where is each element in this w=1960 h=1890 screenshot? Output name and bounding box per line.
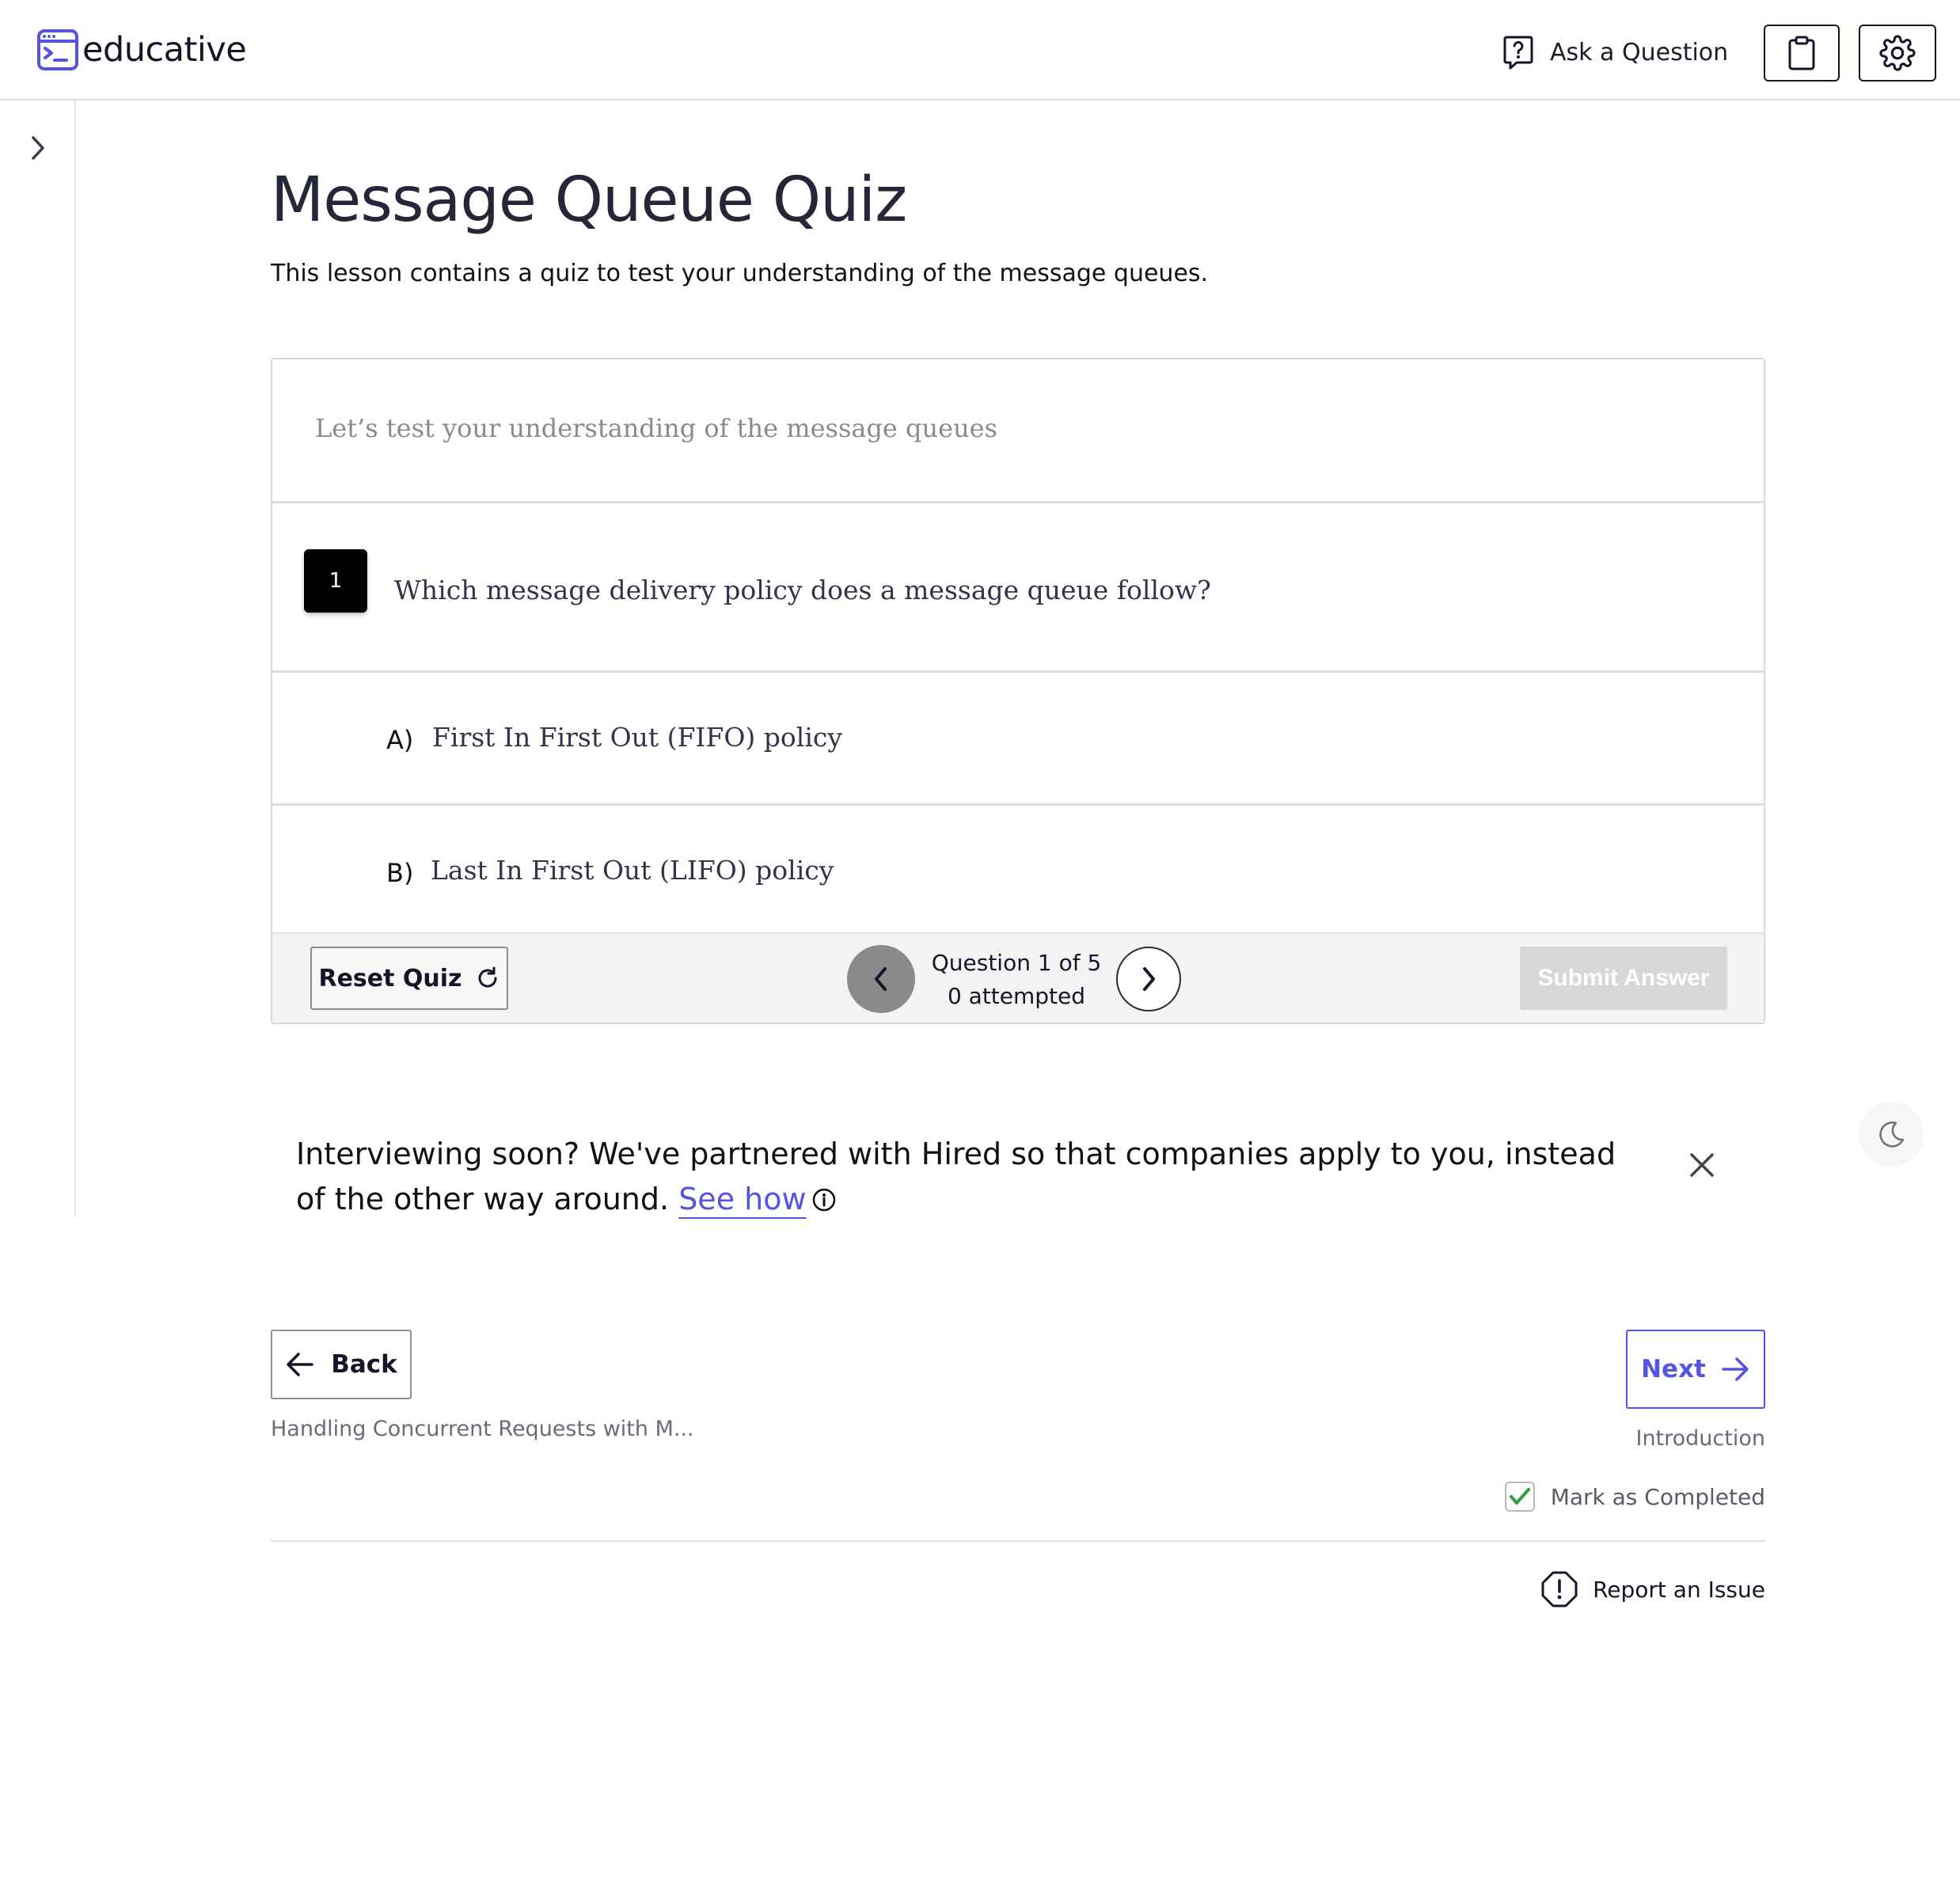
quiz-footer: Reset Quiz Question 1 of 5 0 attempted S… [272, 932, 1764, 1023]
clipboard-button[interactable] [1764, 25, 1840, 82]
ask-question-button[interactable]: Ask a Question [1502, 33, 1728, 71]
next-button[interactable]: Next [1626, 1330, 1765, 1409]
next-question-button[interactable] [1116, 947, 1181, 1011]
submit-answer-button[interactable]: Submit Answer [1520, 947, 1727, 1010]
question-progress: Question 1 of 5 0 attempted [929, 947, 1103, 1013]
answer-option-b[interactable]: B) Last In First Out (LIFO) policy [272, 806, 1764, 939]
option-letter: A) [386, 725, 414, 755]
previous-lesson-title[interactable]: Handling Concurrent Requests with M... [271, 1417, 694, 1441]
checkmark-icon [1509, 1488, 1530, 1505]
hired-promo-banner: Interviewing soon? We've partnered with … [296, 1132, 1650, 1222]
report-issue-label: Report an Issue [1593, 1576, 1765, 1603]
report-issue-button[interactable]: Report an Issue [1540, 1570, 1765, 1608]
answer-option-a[interactable]: A) First In First Out (FIFO) policy [272, 673, 1764, 806]
question-number-badge: 1 [304, 549, 367, 613]
attempted-counter: 0 attempted [947, 983, 1086, 1009]
quiz-intro-text: Let’s test your understanding of the mes… [315, 413, 998, 443]
sidebar-expand-button[interactable] [22, 132, 54, 164]
page-subtitle: This lesson contains a quiz to test your… [271, 260, 1209, 287]
previous-question-button[interactable] [847, 945, 915, 1013]
promo-text: Interviewing soon? We've partnered with … [296, 1137, 1616, 1216]
option-text: First In First Out (FIFO) policy [432, 722, 843, 753]
reset-quiz-button[interactable]: Reset Quiz [310, 947, 508, 1010]
close-promo-button[interactable] [1685, 1148, 1719, 1182]
arrow-left-icon [287, 1353, 313, 1376]
quiz-intro: Let’s test your understanding of the mes… [272, 359, 1764, 503]
page-title: Message Queue Quiz [271, 165, 907, 236]
mark-completed-label: Mark as Completed [1550, 1483, 1765, 1510]
footer-divider [271, 1540, 1765, 1542]
settings-button[interactable] [1859, 25, 1936, 82]
arrow-right-icon [1722, 1357, 1749, 1381]
chevron-right-icon [32, 136, 44, 160]
dark-mode-toggle[interactable] [1859, 1102, 1924, 1167]
back-label: Back [331, 1350, 397, 1379]
completed-checkbox[interactable] [1504, 1482, 1535, 1512]
next-lesson-title[interactable]: Introduction [1635, 1426, 1765, 1451]
close-icon [1690, 1153, 1714, 1177]
top-navigation-bar: educative Ask a Question [0, 0, 1960, 101]
question-counter: Question 1 of 5 [931, 950, 1102, 976]
chevron-left-icon [875, 967, 887, 991]
clipboard-icon [1788, 36, 1815, 70]
alert-octagon-icon [1541, 1571, 1578, 1607]
info-icon[interactable] [811, 1187, 837, 1213]
moon-icon [1879, 1121, 1905, 1148]
mark-as-completed[interactable]: Mark as Completed [1504, 1482, 1765, 1512]
option-text: Last In First Out (LIFO) policy [431, 855, 834, 886]
back-button[interactable]: Back [271, 1330, 412, 1399]
question-row: 1 Which message delivery policy does a m… [272, 503, 1764, 673]
gear-icon [1879, 35, 1916, 71]
ask-question-label: Ask a Question [1550, 38, 1729, 66]
question-bubble-icon [1503, 36, 1533, 70]
educative-logo[interactable]: educative [36, 28, 247, 71]
logo-wordmark: educative [82, 30, 247, 70]
next-label: Next [1641, 1355, 1706, 1383]
option-letter: B) [386, 858, 414, 888]
left-sidebar-rail [0, 101, 76, 1216]
chevron-right-icon [1143, 967, 1155, 991]
educative-logo-icon [37, 29, 78, 70]
quiz-widget: Let’s test your understanding of the mes… [271, 358, 1765, 1024]
reset-quiz-label: Reset Quiz [318, 964, 462, 992]
question-text: Which message delivery policy does a mes… [394, 575, 1211, 605]
see-how-link[interactable]: See how [678, 1182, 806, 1216]
refresh-icon [478, 966, 497, 988]
